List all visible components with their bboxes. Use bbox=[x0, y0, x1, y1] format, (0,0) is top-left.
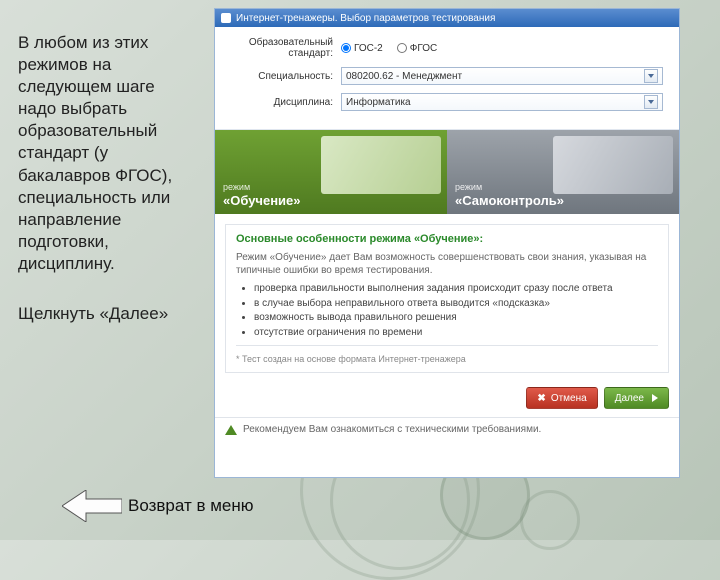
radio-fgos-input[interactable] bbox=[397, 43, 407, 53]
discipline-value: Информатика bbox=[346, 97, 411, 108]
radio-fgos[interactable]: ФГОС bbox=[397, 43, 437, 54]
list-item: возможность вывода правильного решения bbox=[254, 312, 658, 325]
mode-selfcontrol[interactable]: режим «Самоконтроль» bbox=[447, 130, 679, 214]
specialty-select[interactable]: 080200.62 - Менеджмент bbox=[341, 67, 663, 85]
features-intro: Режим «Обучение» дает Вам возможность со… bbox=[236, 251, 658, 277]
window-title: Интернет-тренажеры. Выбор параметров тес… bbox=[236, 13, 495, 24]
mode-tiles: режим «Обучение» режим «Самоконтроль» bbox=[215, 130, 679, 214]
mode-selfcontrol-label: «Самоконтроль» bbox=[455, 193, 564, 208]
mode-learning-label: «Обучение» bbox=[223, 193, 301, 208]
instruction-para-1: В любом из этих режимов на следующем шаг… bbox=[18, 32, 188, 275]
tech-note-text: Рекомендуем Вам ознакомиться с техническ… bbox=[243, 424, 541, 435]
cancel-button[interactable]: ✖ Отмена bbox=[526, 387, 597, 409]
app-window: Интернет-тренажеры. Выбор параметров тес… bbox=[214, 8, 680, 478]
features-footnote: * Тест создан на основе формата Интернет… bbox=[236, 354, 658, 364]
specialty-label: Специальность: bbox=[231, 71, 341, 82]
form-area: Образовательный стандарт: ГОС-2 ФГОС Спе… bbox=[215, 27, 679, 127]
warning-icon bbox=[225, 425, 237, 435]
features-list: проверка правильности выполнения задания… bbox=[236, 283, 658, 339]
chevron-down-icon bbox=[644, 69, 658, 83]
arrow-left-icon bbox=[62, 490, 122, 522]
back-to-menu-link[interactable]: Возврат в меню bbox=[62, 490, 254, 522]
radio-gos2[interactable]: ГОС-2 bbox=[341, 43, 383, 54]
app-icon bbox=[221, 13, 231, 23]
discipline-select[interactable]: Информатика bbox=[341, 93, 663, 111]
specialty-value: 080200.62 - Менеджмент bbox=[346, 71, 462, 82]
mode-selfcontrol-image bbox=[553, 136, 673, 194]
mode-learning[interactable]: режим «Обучение» bbox=[215, 130, 447, 214]
tech-requirements-note[interactable]: Рекомендуем Вам ознакомиться с техническ… bbox=[215, 417, 679, 441]
standard-radios: ГОС-2 ФГОС bbox=[341, 43, 437, 54]
discipline-label: Дисциплина: bbox=[231, 97, 341, 108]
standard-label: Образовательный стандарт: bbox=[231, 37, 341, 59]
mode-learning-image bbox=[321, 136, 441, 194]
instruction-para-2: Щелкнуть «Далее» bbox=[18, 303, 188, 325]
radio-gos2-input[interactable] bbox=[341, 43, 351, 53]
back-label: Возврат в меню bbox=[128, 496, 254, 516]
title-bar: Интернет-тренажеры. Выбор параметров тес… bbox=[215, 9, 679, 27]
features-panel: Основные особенности режима «Обучение»: … bbox=[225, 224, 669, 373]
chevron-down-icon bbox=[644, 95, 658, 109]
list-item: проверка правильности выполнения задания… bbox=[254, 283, 658, 296]
features-title: Основные особенности режима «Обучение»: bbox=[236, 233, 658, 245]
button-row: ✖ Отмена Далее bbox=[215, 383, 679, 417]
instruction-text: В любом из этих режимов на следующем шаг… bbox=[18, 32, 188, 325]
close-icon: ✖ bbox=[537, 393, 545, 404]
next-button[interactable]: Далее bbox=[604, 387, 669, 409]
list-item: в случае выбора неправильного ответа выв… bbox=[254, 298, 658, 311]
list-item: отсутствие ограничения по времени bbox=[254, 327, 658, 340]
